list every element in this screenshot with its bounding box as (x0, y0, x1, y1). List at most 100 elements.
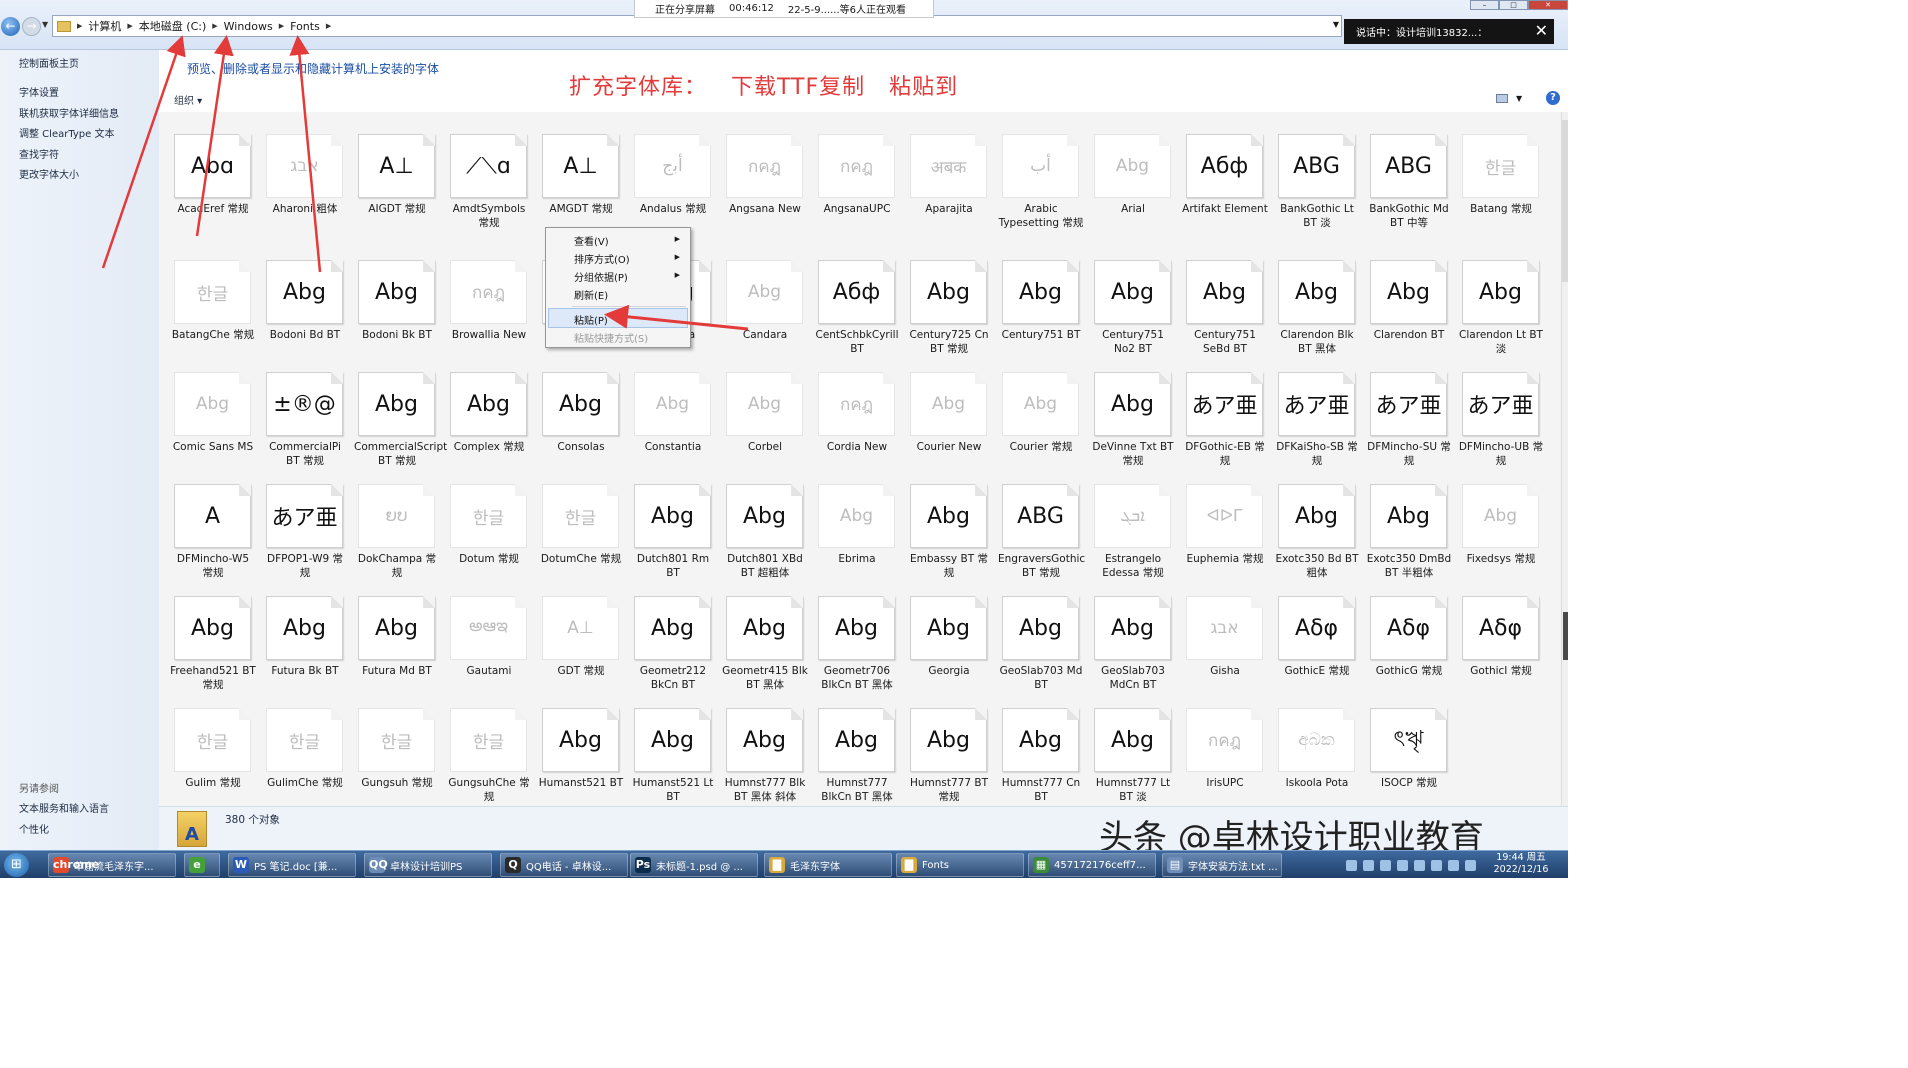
address-dropdown-icon[interactable]: ▼ (1333, 20, 1339, 29)
font-file-icon: Abg (910, 372, 987, 436)
font-name: Century751 BT (1001, 329, 1081, 341)
sidebar-item-control-panel-home[interactable]: 控制面板主页 (19, 55, 79, 70)
font-name: Gisha (1210, 665, 1240, 677)
taskbar-button[interactable]: ▇ 毛泽东字体 (764, 853, 892, 877)
sidebar-item-change-font-size[interactable]: 更改字体大小 (19, 166, 79, 181)
font-name: GothicI 常规 (1470, 665, 1532, 677)
font-name: Century751 No2 BT (1102, 329, 1164, 355)
clock-time: 19:44 周五 (1496, 852, 1546, 863)
recent-pages-dropdown-icon[interactable]: ▼ (42, 20, 48, 29)
menu-item-sort[interactable]: 排序方式(O) (574, 251, 630, 266)
taskbar-button[interactable]: ▦ 457172176ceff7... (1028, 853, 1156, 877)
font-preview: అఆఇ (469, 616, 508, 636)
chevron-right-icon[interactable]: ▶ (279, 22, 284, 30)
share-timer: 00:46:12 (729, 3, 774, 14)
sidebar-item-font-settings[interactable]: 字体设置 (19, 84, 59, 99)
breadcrumb-fonts[interactable]: Fonts (290, 20, 320, 33)
taskbar-button[interactable]: e (184, 853, 220, 877)
font-file-icon: Abg (726, 484, 803, 548)
sidebar-item-text-services[interactable]: 文本服务和输入语言 (19, 800, 109, 815)
start-button[interactable]: ⊞ (4, 853, 29, 877)
sidebar-item-personalize[interactable]: 个性化 (19, 821, 49, 836)
font-preview: ﺃﺏ (1030, 156, 1051, 176)
font-name: EngraversGothic BT 常规 (998, 553, 1086, 579)
help-icon[interactable]: ? (1546, 91, 1560, 105)
font-file-icon: Abg (818, 596, 895, 660)
breadcrumb-local-disk[interactable]: 本地磁盘 (C:) (139, 18, 206, 34)
font-preview: Abg (835, 615, 878, 641)
breadcrumb[interactable]: ▶ 计算机 ▶ 本地磁盘 (C:) ▶ Windows ▶ Fonts ▶ ▼ (52, 15, 1342, 37)
tray-icon[interactable] (1397, 859, 1408, 871)
chevron-down-icon[interactable]: ▼ (1516, 94, 1522, 103)
tray-icon[interactable] (1414, 859, 1425, 871)
font-name: Cordia New (826, 441, 888, 453)
chevron-right-icon[interactable]: ▶ (326, 22, 331, 30)
back-button[interactable]: ← (1, 17, 20, 36)
tray-icon[interactable] (1448, 859, 1459, 871)
close-button[interactable]: ✕ (1528, 0, 1568, 10)
font-file-icon: Abg (1094, 260, 1171, 324)
font-preview: Abg (467, 391, 510, 417)
sidebar-item-get-font-info[interactable]: 联机获取字体详细信息 (19, 105, 119, 120)
menu-item-paste[interactable]: 粘贴(P) (574, 312, 608, 327)
screen-share-banner: 正在分享屏幕 00:46:12 22-5-9......等6人正在观看 (634, 0, 934, 18)
taskbar-button[interactable]: Q QQ电话 - 卓林设... (500, 853, 628, 877)
tray-icon[interactable] (1465, 859, 1476, 871)
taskbar-button[interactable]: ▇ Fonts (896, 853, 1024, 877)
font-name: DFPOP1-W9 常规 (267, 553, 343, 579)
window-controls: – □ ✕ (1470, 0, 1568, 10)
font-name: Gautami (466, 665, 512, 677)
chevron-right-icon[interactable]: ▶ (127, 22, 132, 30)
chevron-right-icon[interactable]: ▶ (77, 22, 82, 30)
font-file-icon: Abg (1462, 260, 1539, 324)
taskbar-button[interactable]: QQ 卓林设计培训PS (364, 853, 492, 877)
taskbar-button[interactable]: chrome 草窟流毛泽东字... (48, 853, 176, 877)
sidebar-item-find-character[interactable]: 查找字符 (19, 146, 59, 161)
menu-item-paste-shortcut: 粘贴快捷方式(S) (574, 334, 649, 345)
font-file-icon: אבג (1186, 596, 1263, 660)
font-preview: Aδφ (1294, 615, 1339, 641)
menu-item-refresh[interactable]: 刷新(E) (574, 287, 608, 302)
font-file-icon: กคฎ (1186, 708, 1263, 772)
font-file-icon: Aδφ (1278, 596, 1355, 660)
font-name: Corbel (747, 441, 783, 453)
font-name: Geometr706 BlkCn BT 黑体 (821, 665, 893, 691)
font-name: Aparajita (925, 203, 973, 215)
breadcrumb-windows[interactable]: Windows (224, 20, 273, 33)
maximize-button[interactable]: □ (1499, 0, 1529, 10)
status-bar: A 380 个对象 头条 @卓林设计职业教育 (159, 806, 1568, 858)
font-preview: Abg (743, 615, 786, 641)
view-icon[interactable] (1496, 94, 1508, 103)
menu-item-group[interactable]: 分组依据(P) (574, 269, 628, 284)
see-also-heading: 另请参阅 (19, 784, 59, 795)
chevron-right-icon[interactable]: ▶ (212, 22, 217, 30)
tray-icon[interactable] (1363, 859, 1374, 871)
minimize-button[interactable]: – (1470, 0, 1500, 10)
forward-button[interactable]: → (22, 17, 41, 36)
breadcrumb-computer[interactable]: 计算机 (88, 18, 121, 34)
scrollbar-marker (1563, 612, 1568, 660)
scrollbar-thumb[interactable] (1562, 120, 1568, 282)
taskbar-button[interactable]: W PS 笔记.doc [兼... (228, 853, 356, 877)
close-icon[interactable]: ✕ (1535, 21, 1548, 41)
font-preview: ﺃﺑﺝ (662, 156, 683, 176)
font-file-icon: ܐܒܓ (1094, 484, 1171, 548)
tray-icon[interactable] (1346, 859, 1357, 871)
font-name: Century751 SeBd BT (1194, 329, 1256, 355)
clock[interactable]: 19:44 周五 2022/12/16 (1486, 852, 1556, 876)
font-file-icon: A⊥ (542, 134, 619, 198)
call-notification[interactable]: 说话中：设计培训13832...： ✕ (1344, 19, 1554, 44)
tray-icon[interactable] (1431, 859, 1442, 871)
menu-item-view[interactable]: 查看(V) (574, 233, 609, 248)
tray-icon[interactable] (1380, 859, 1391, 871)
taskbar-button[interactable]: Ps 未标题-1.psd @ ... (630, 853, 758, 877)
organize-button[interactable]: 组织 ▾ (174, 92, 202, 107)
font-name: Ebrima (838, 553, 876, 565)
font-file-icon: กคฎ (726, 134, 803, 198)
font-preview: กคฎ (839, 394, 874, 415)
font-preview: Abg (743, 503, 786, 529)
page-subtitle: 预览、删除或者显示和隐藏计算机上安装的字体 (187, 62, 440, 76)
taskbar-button[interactable]: ▤ 字体安装方法.txt ... (1162, 853, 1282, 877)
font-name: DFMincho-W5 常规 (176, 553, 250, 579)
sidebar-item-cleartype[interactable]: 调整 ClearType 文本 (19, 125, 114, 140)
